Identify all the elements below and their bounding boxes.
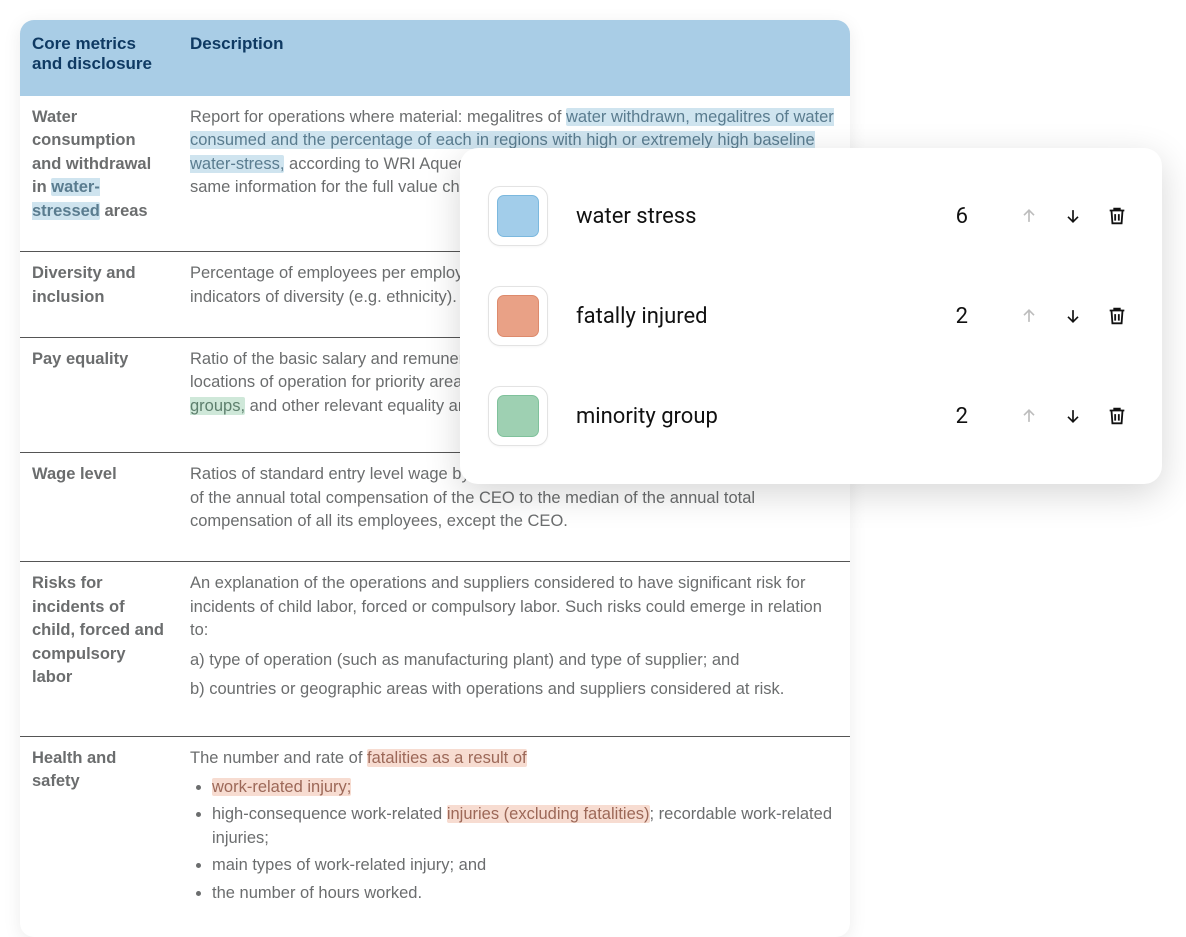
list-item: work-related injury; [212,776,838,799]
highlight-count: 6 [928,204,968,229]
highlight-peach: fatalities as a result of [367,749,527,767]
color-swatch [497,395,539,437]
move-down-button[interactable] [1060,403,1086,429]
metric-name: Diversity and inclusion [20,252,178,338]
highlight-item: minority group 2 [480,366,1138,466]
color-swatch-button[interactable] [488,286,548,346]
highlight-peach: work-related injury; [212,778,351,796]
move-down-button[interactable] [1060,203,1086,229]
table-row: Health and safety The number and rate of… [20,736,850,937]
highlight-label: minority group [576,404,900,429]
color-swatch [497,195,539,237]
delete-button[interactable] [1104,303,1130,329]
move-up-button[interactable] [1016,303,1042,329]
list-item: the number of hours worked. [212,882,838,905]
metric-name: Health and safety [20,736,178,937]
highlight-controls [1016,303,1130,329]
highlight-count: 2 [928,404,968,429]
highlight-panel: water stress 6 fatally injured 2 minorit… [460,148,1162,484]
col-header-desc: Description [178,20,850,96]
color-swatch-button[interactable] [488,386,548,446]
highlight-label: water stress [576,204,900,229]
move-up-button[interactable] [1016,203,1042,229]
highlight-controls [1016,203,1130,229]
color-swatch-button[interactable] [488,186,548,246]
delete-button[interactable] [1104,403,1130,429]
metric-desc: An explanation of the operations and sup… [178,562,850,736]
highlight-item: water stress 6 [480,166,1138,266]
col-header-metric: Core metrics and disclosure [20,20,178,96]
list-item: main types of work-related injury; and [212,854,838,877]
metric-name: Wage level [20,453,178,562]
move-up-button[interactable] [1016,403,1042,429]
move-down-button[interactable] [1060,303,1086,329]
highlight-item: fatally injured 2 [480,266,1138,366]
metric-name: Risks for incidents of child, forced and… [20,562,178,736]
highlight-peach: injuries (excluding fatalities) [447,805,650,823]
highlight-controls [1016,403,1130,429]
metric-name: Water consumption and withdrawal in wate… [20,96,178,252]
metric-desc: The number and rate of fatalities as a r… [178,736,850,937]
metric-name: Pay equality [20,337,178,452]
highlight-count: 2 [928,304,968,329]
highlight-label: fatally injured [576,304,900,329]
table-row: Risks for incidents of child, forced and… [20,562,850,736]
bullet-list: work-related injury; high-consequence wo… [190,776,838,905]
list-item: high-consequence work-related injuries (… [212,803,838,850]
color-swatch [497,295,539,337]
delete-button[interactable] [1104,203,1130,229]
